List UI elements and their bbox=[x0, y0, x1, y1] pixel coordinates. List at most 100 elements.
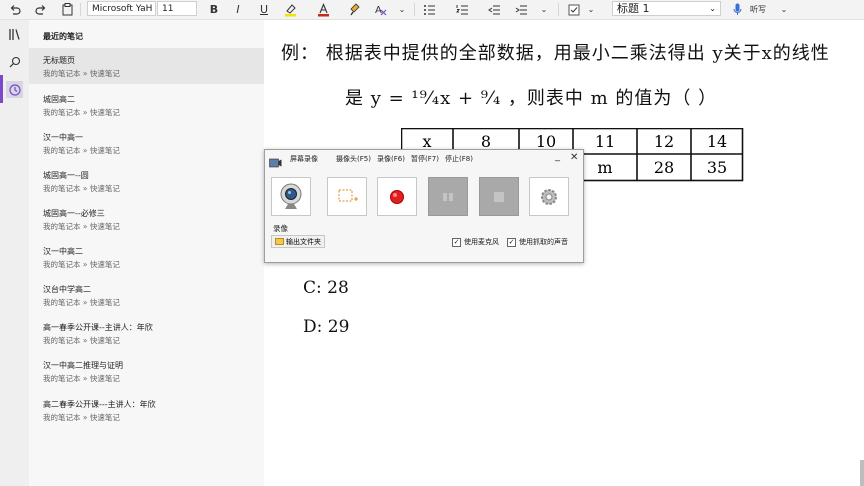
gear-icon bbox=[541, 188, 557, 205]
note-location: 我的笔记本 » 快速笔记 bbox=[43, 298, 120, 307]
highlight-icon[interactable] bbox=[281, 0, 299, 19]
table-cell: 35 bbox=[706, 158, 728, 177]
chevron-down-icon[interactable]: ⌄ bbox=[538, 0, 550, 19]
minimize-button[interactable]: _ bbox=[555, 151, 560, 162]
menu-pause[interactable]: 暂停(F7) bbox=[411, 154, 439, 164]
chevron-down-icon[interactable]: ⌄ bbox=[396, 0, 408, 19]
redo-icon[interactable] bbox=[32, 0, 50, 19]
note-title: 汉一中高二推理与证明 bbox=[43, 361, 123, 370]
region-select-icon bbox=[338, 189, 358, 201]
list-item[interactable]: 城固高二 我的笔记本 » 快速笔记 bbox=[29, 87, 264, 123]
note-title: 城固高二 bbox=[43, 95, 75, 104]
style-select[interactable]: 标题 1 ⌄ bbox=[612, 1, 721, 16]
recent-notes-icon[interactable] bbox=[6, 81, 23, 98]
pause-button[interactable] bbox=[428, 177, 468, 216]
record-button[interactable] bbox=[377, 177, 417, 216]
left-rail bbox=[0, 20, 29, 486]
menu-stop[interactable]: 停止(F8) bbox=[445, 154, 473, 164]
option-d: D: 29 bbox=[303, 317, 350, 337]
menu-record[interactable]: 录像(F6) bbox=[377, 154, 405, 164]
recorder-app-icon bbox=[269, 153, 282, 168]
section-label: 录像 bbox=[273, 224, 288, 233]
webcam-icon bbox=[280, 183, 302, 209]
list-item[interactable]: 汉一中高一 我的笔记本 » 快速笔记 bbox=[29, 125, 264, 161]
format-painter-icon[interactable] bbox=[346, 0, 364, 19]
scrollbar[interactable] bbox=[860, 460, 864, 486]
checkbox-tag-icon[interactable] bbox=[566, 0, 582, 19]
dictate-button[interactable]: 听写 bbox=[746, 0, 770, 19]
use-captured-audio-checkbox[interactable]: ✓ 使用抓取的声音 bbox=[507, 237, 568, 247]
note-location: 我的笔记本 » 快速笔记 bbox=[43, 374, 120, 383]
notebooks-icon[interactable] bbox=[6, 26, 23, 43]
chevron-down-icon[interactable]: ⌄ bbox=[585, 0, 597, 19]
active-indicator bbox=[0, 75, 3, 103]
note-location: 我的笔记本 » 快速笔记 bbox=[43, 413, 120, 422]
use-mic-label: 使用麦克风 bbox=[464, 238, 499, 246]
list-item[interactable]: 汉一中高二推理与证明 我的笔记本 » 快速笔记 bbox=[29, 353, 264, 389]
note-location: 我的笔记本 » 快速笔记 bbox=[43, 146, 120, 155]
clear-format-icon[interactable]: A bbox=[371, 0, 389, 19]
record-icon bbox=[390, 189, 404, 204]
webcam-button[interactable] bbox=[271, 177, 311, 216]
option-c: C: 28 bbox=[303, 278, 349, 298]
note-title: 城固高一--必修三 bbox=[43, 209, 105, 218]
note-location: 我的笔记本 » 快速笔记 bbox=[43, 222, 120, 231]
table-cell: 14 bbox=[706, 132, 728, 151]
list-item[interactable]: 城固高一--必修三 我的笔记本 » 快速笔记 bbox=[29, 201, 264, 237]
note-location: 我的笔记本 » 快速笔记 bbox=[43, 336, 120, 345]
style-select-value: 标题 1 bbox=[617, 2, 650, 15]
output-folder-button[interactable]: 输出文件夹 bbox=[271, 235, 325, 248]
indent-icon[interactable] bbox=[512, 0, 530, 19]
list-item[interactable]: 汉一中高二 我的笔记本 » 快速笔记 bbox=[29, 239, 264, 275]
checkbox-checked-icon: ✓ bbox=[507, 237, 516, 247]
font-color-icon[interactable] bbox=[314, 0, 332, 19]
close-button[interactable]: ✕ bbox=[570, 152, 578, 163]
handwritten-line-2: 是 y = ¹⁹⁄₄x + ⁹⁄₄ ，则表中 m 的值为（ ） bbox=[345, 88, 718, 109]
note-location: 我的笔记本 » 快速笔记 bbox=[43, 69, 120, 78]
use-captured-audio-label: 使用抓取的声音 bbox=[519, 238, 568, 246]
microphone-icon[interactable] bbox=[731, 0, 743, 19]
list-item[interactable]: 汉台中学高二 我的笔记本 » 快速笔记 bbox=[29, 277, 264, 313]
clipboard-icon[interactable] bbox=[58, 0, 76, 19]
font-name-input[interactable]: Microsoft YaH bbox=[87, 1, 156, 16]
menu-screen-record[interactable]: 屏幕录像 bbox=[290, 154, 318, 164]
stop-button[interactable] bbox=[479, 177, 519, 216]
note-title: 城固高一--圆 bbox=[43, 171, 89, 180]
stop-icon bbox=[494, 191, 504, 202]
italic-button[interactable]: I bbox=[230, 0, 246, 19]
bold-button[interactable]: B bbox=[206, 0, 222, 19]
handwritten-line-1: 例： 根据表中提供的全部数据，用最小二乘法得出 y关于x的线性 bbox=[281, 43, 830, 64]
region-select-button[interactable] bbox=[327, 177, 367, 216]
note-location: 我的笔记本 » 快速笔记 bbox=[43, 108, 120, 117]
folder-icon bbox=[275, 238, 284, 245]
list-item[interactable]: 城固高一--圆 我的笔记本 » 快速笔记 bbox=[29, 163, 264, 199]
search-icon[interactable] bbox=[6, 53, 23, 70]
list-item[interactable]: 无标题页 我的笔记本 » 快速笔记 bbox=[29, 48, 264, 84]
settings-button[interactable] bbox=[529, 177, 569, 216]
ribbon-toolbar: Microsoft YaH 11 B I U A ⌄ ⌄ ⌄ 标题 1 ⌄ 听写… bbox=[0, 0, 864, 20]
undo-icon[interactable] bbox=[6, 0, 24, 19]
note-location: 我的笔记本 » 快速笔记 bbox=[43, 184, 120, 193]
note-location: 我的笔记本 » 快速笔记 bbox=[43, 260, 120, 269]
note-title: 汉一中高一 bbox=[43, 133, 83, 142]
outdent-icon[interactable] bbox=[485, 0, 503, 19]
font-size-input[interactable]: 11 bbox=[157, 1, 197, 16]
note-title: 汉一中高二 bbox=[43, 247, 83, 256]
menu-camera[interactable]: 摄像头(F5) bbox=[336, 154, 371, 164]
bullet-list-icon[interactable] bbox=[420, 0, 438, 19]
output-folder-label: 输出文件夹 bbox=[286, 237, 321, 246]
note-title: 无标题页 bbox=[43, 56, 75, 65]
list-item[interactable]: 高一春季公开课--主讲人：年欣 我的笔记本 » 快速笔记 bbox=[29, 315, 264, 351]
screen-recorder-dialog: 屏幕录像 摄像头(F5) 录像(F6) 暂停(F7) 停止(F8) _ ✕ 录像… bbox=[264, 149, 584, 263]
note-title: 高一春季公开课--主讲人：年欣 bbox=[43, 323, 153, 332]
table-cell: 28 bbox=[653, 158, 675, 177]
dialog-titlebar[interactable]: 屏幕录像 摄像头(F5) 录像(F6) 暂停(F7) 停止(F8) _ ✕ bbox=[265, 150, 583, 168]
recent-notes-panel: 最近的笔记 无标题页 我的笔记本 » 快速笔记 城固高二 我的笔记本 » 快速笔… bbox=[29, 20, 264, 486]
chevron-down-icon: ⌄ bbox=[709, 4, 716, 13]
use-mic-checkbox[interactable]: ✓ 使用麦克风 bbox=[452, 237, 499, 247]
numbered-list-icon[interactable] bbox=[453, 0, 471, 19]
list-item[interactable]: 高二春季公开课---主讲人：年欣 我的笔记本 » 快速笔记 bbox=[29, 392, 264, 428]
chevron-down-icon[interactable]: ⌄ bbox=[778, 0, 790, 19]
underline-button[interactable]: U bbox=[256, 0, 272, 19]
recent-notes-header: 最近的笔记 bbox=[43, 32, 83, 41]
